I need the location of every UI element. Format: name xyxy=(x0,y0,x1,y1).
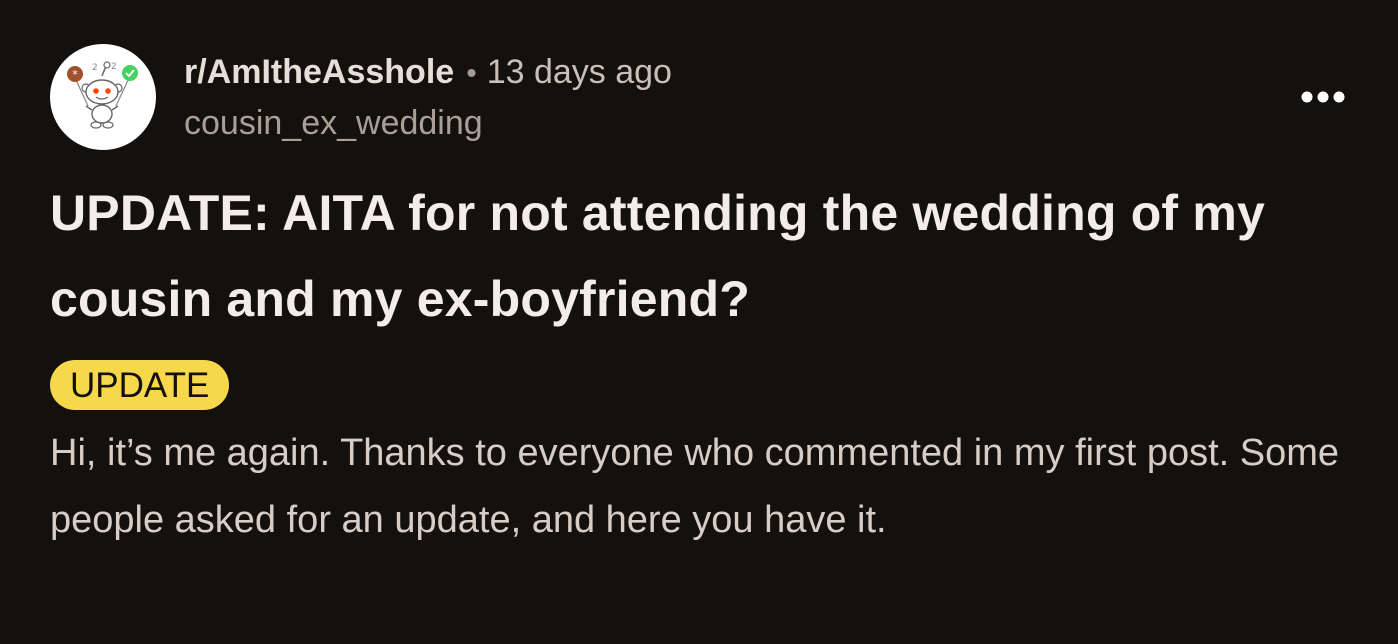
post-card: * 2 2 r/AmItheAsshole • 13 days ago cous… xyxy=(0,0,1398,644)
post-flair-badge[interactable]: UPDATE xyxy=(50,360,230,410)
meta-separator: • xyxy=(466,57,477,90)
subreddit-avatar-icon[interactable]: * 2 2 xyxy=(50,44,156,150)
more-options-button[interactable] xyxy=(1296,80,1350,114)
post-timestamp: 13 days ago xyxy=(486,53,672,91)
author-username[interactable]: cousin_ex_wedding xyxy=(184,102,483,144)
svg-text:*: * xyxy=(72,68,78,81)
svg-text:2: 2 xyxy=(111,62,117,72)
subreddit-link[interactable]: r/AmItheAsshole xyxy=(184,53,454,91)
post-meta-line: r/AmItheAsshole • 13 days ago xyxy=(184,50,672,94)
post-body-text: Hi, it’s me again. Thanks to everyone wh… xyxy=(50,432,1340,541)
post-title[interactable]: UPDATE: AITA for not attending the weddi… xyxy=(50,170,1350,342)
more-options-icon xyxy=(1301,91,1345,103)
svg-text:2: 2 xyxy=(92,63,98,73)
